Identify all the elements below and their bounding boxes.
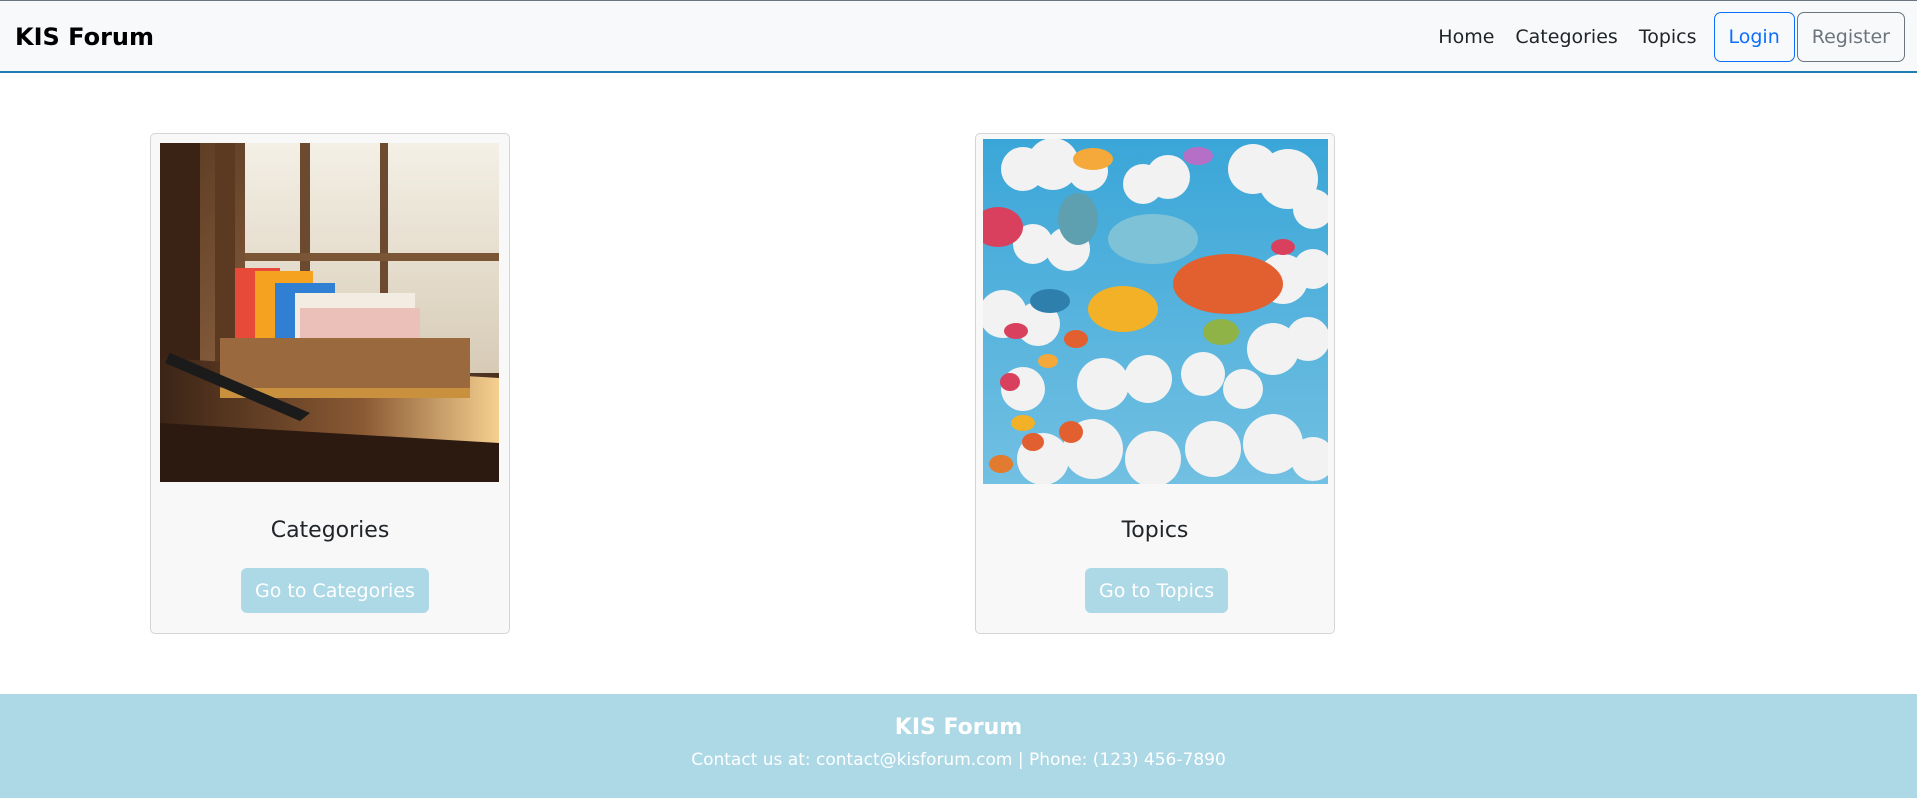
nav-link-topics[interactable]: Topics: [1639, 12, 1697, 62]
login-button[interactable]: Login: [1713, 12, 1795, 62]
footer: KIS Forum Contact us at: contact@kisforu…: [0, 694, 1917, 798]
go-to-topics-button[interactable]: Go to Topics: [1085, 568, 1229, 613]
categories-image: [160, 143, 499, 482]
card-title-categories: Categories: [270, 518, 390, 543]
go-to-categories-button[interactable]: Go to Categories: [241, 568, 429, 613]
brand-logo[interactable]: KIS Forum: [15, 23, 154, 51]
card-title-topics: Topics: [1121, 518, 1189, 543]
footer-contact: Contact us at: contact@kisforum.com | Ph…: [691, 750, 1226, 770]
topics-image: [983, 139, 1328, 484]
register-button[interactable]: Register: [1796, 12, 1905, 62]
nav-links: Home Categories Topics Login Register: [1417, 12, 1905, 62]
topics-card: Topics Go to Topics: [975, 133, 1335, 634]
nav-link-categories[interactable]: Categories: [1515, 12, 1617, 62]
footer-title: KIS Forum: [894, 715, 1023, 740]
nav-link-home[interactable]: Home: [1438, 12, 1494, 62]
categories-card: Categories Go to Categories: [150, 133, 510, 634]
navbar: KIS Forum Home Categories Topics Login R…: [0, 0, 1917, 73]
